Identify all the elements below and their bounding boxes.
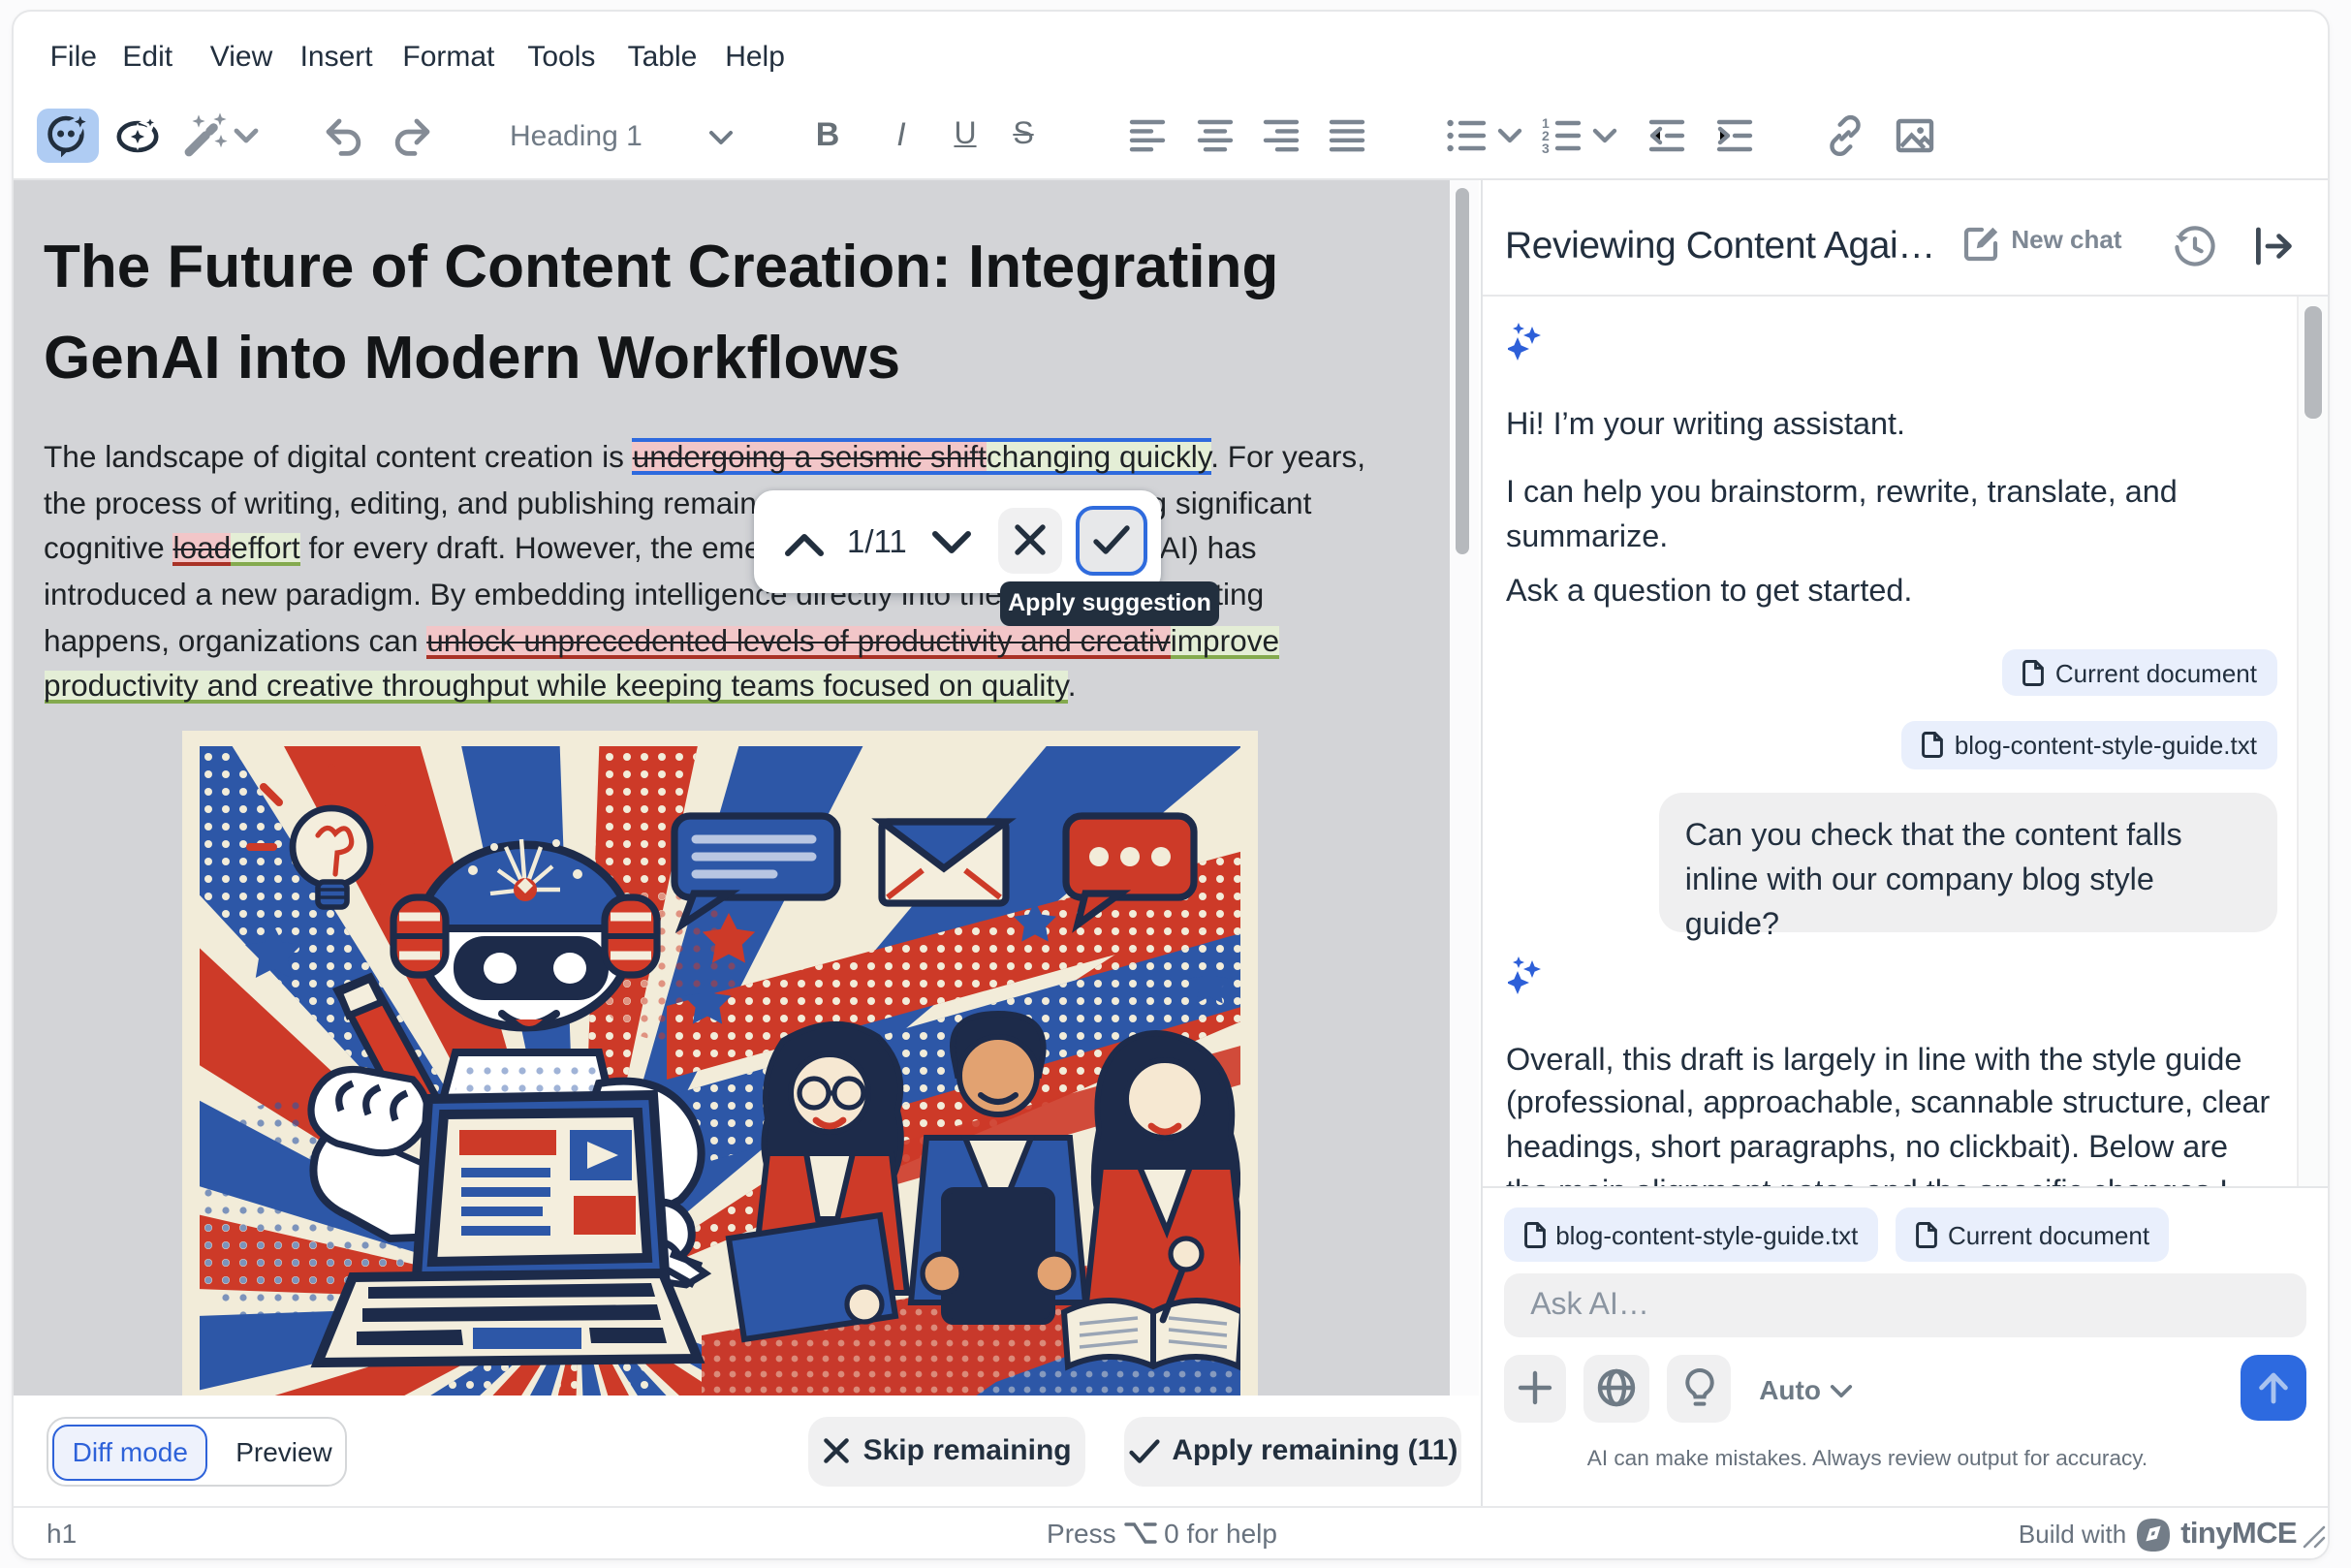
- svg-text:3: 3: [1542, 141, 1550, 156]
